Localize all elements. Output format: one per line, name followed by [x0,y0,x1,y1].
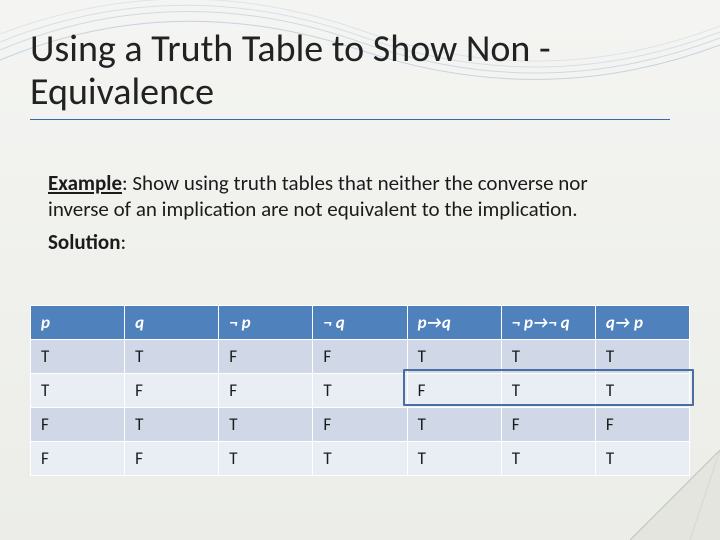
cell: F [313,408,407,442]
cell: F [407,374,501,408]
cell: T [595,442,689,476]
cell: T [595,340,689,374]
solution-text: : [121,229,127,255]
cell: T [31,340,125,374]
cell: T [31,374,125,408]
table-row: F T T F T F F [31,408,690,442]
cell: T [125,340,219,374]
cell: F [219,340,313,374]
cell: F [125,442,219,476]
cell: T [407,408,501,442]
col-q: q [125,306,219,340]
col-converse: q→ p [595,306,689,340]
cell: F [31,408,125,442]
cell: T [595,374,689,408]
table-row: F F T T T T T [31,442,690,476]
cell: T [501,374,595,408]
cell: T [313,374,407,408]
col-not-p: ¬ p [219,306,313,340]
cell: T [501,442,595,476]
cell: F [31,442,125,476]
example-text: : Show using truth tables that neither t… [48,170,588,222]
solution-paragraph: Solution: [48,229,648,255]
example-label: Example [48,170,122,196]
cell: T [125,408,219,442]
cell: T [219,408,313,442]
table-row: T F F T F T T [31,374,690,408]
slide-title: Using a Truth Table to Show Non -Equival… [30,28,670,120]
cell: F [595,408,689,442]
col-inverse: ¬ p→¬ q [501,306,595,340]
cell: F [501,408,595,442]
table-header-row: p q ¬ p ¬ q p→q ¬ p→¬ q q→ p [31,306,690,340]
solution-label: Solution [48,229,121,255]
truth-table: p q ¬ p ¬ q p→q ¬ p→¬ q q→ p T T F F T T [30,305,690,476]
slide-body: Example: Show using truth tables that ne… [48,170,648,261]
col-p-imp-q: p→q [407,306,501,340]
table-row: T T F F T T T [31,340,690,374]
truth-table-container: p q ¬ p ¬ q p→q ¬ p→¬ q q→ p T T F F T T [30,305,690,476]
example-paragraph: Example: Show using truth tables that ne… [48,170,648,223]
cell: T [407,340,501,374]
cell: T [407,442,501,476]
slide: Using a Truth Table to Show Non -Equival… [0,0,720,540]
col-p: p [31,306,125,340]
cell: F [125,374,219,408]
cell: T [313,442,407,476]
cell: F [219,374,313,408]
cell: F [313,340,407,374]
cell: T [219,442,313,476]
cell: T [501,340,595,374]
col-not-q: ¬ q [313,306,407,340]
